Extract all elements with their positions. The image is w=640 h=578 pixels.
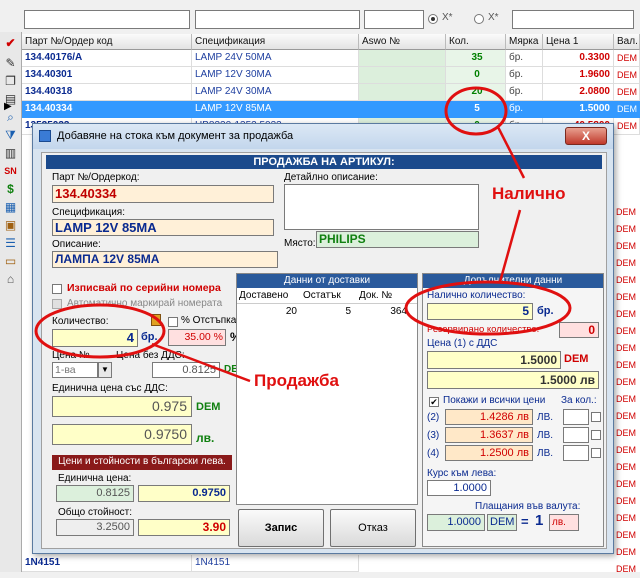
available-field-circle: [404, 280, 572, 336]
available-grid-circle: [444, 86, 508, 136]
annotation-sale: Продажба: [254, 371, 340, 390]
annotation-overlay: [34, 86, 572, 383]
available-grid-line: [496, 126, 526, 179]
available-field-line: [498, 209, 522, 283]
sale-line: [151, 342, 251, 383]
annotation-available: Налично: [492, 184, 566, 203]
sale-circle: [34, 303, 166, 359]
